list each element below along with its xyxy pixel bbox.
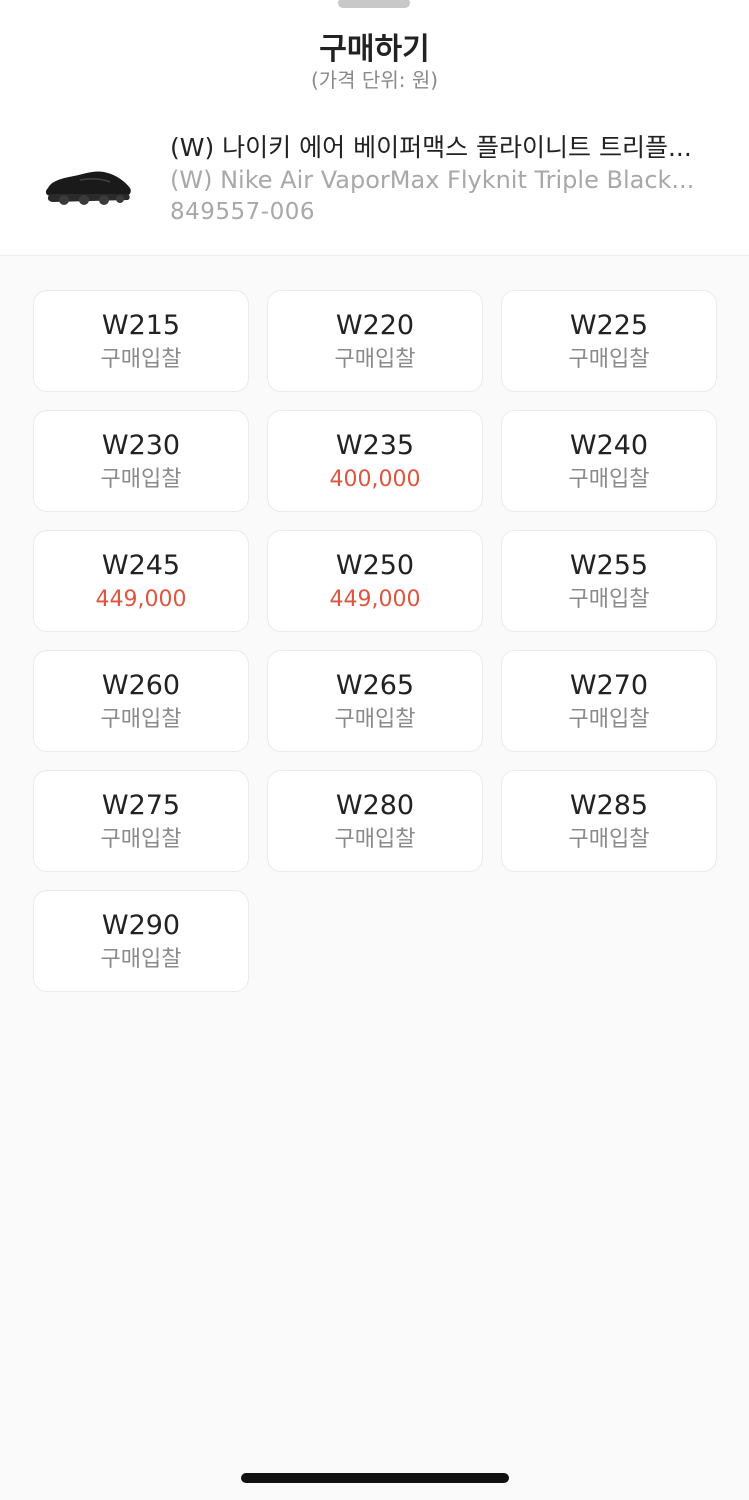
size-label: W275	[101, 790, 181, 821]
product-name-korean: (W) 나이키 에어 베이퍼맥스 플라이니트 트리플...	[170, 133, 692, 162]
bid-label: 구매입찰	[100, 947, 182, 972]
bid-label: 구매입찰	[334, 827, 416, 852]
size-option-w220[interactable]: W220 구매입찰	[267, 290, 483, 392]
size-price: 449,000	[95, 587, 187, 612]
size-label: W250	[335, 550, 415, 581]
size-option-w285[interactable]: W285 구매입찰	[501, 770, 717, 872]
size-label: W280	[335, 790, 415, 821]
bid-label: 구매입찰	[100, 707, 182, 732]
size-option-w265[interactable]: W265 구매입찰	[267, 650, 483, 752]
size-option-w225[interactable]: W225 구매입찰	[501, 290, 717, 392]
size-price: 449,000	[329, 587, 421, 612]
sheet-title: 구매하기	[319, 32, 430, 67]
bid-label: 구매입찰	[100, 347, 182, 372]
size-label: W260	[101, 670, 181, 701]
bid-label: 구매입찰	[568, 467, 650, 492]
size-option-w215[interactable]: W215 구매입찰	[33, 290, 249, 392]
bid-label: 구매입찰	[334, 707, 416, 732]
size-option-w245[interactable]: W245 449,000	[33, 530, 249, 632]
size-option-w235[interactable]: W235 400,000	[267, 410, 483, 512]
size-option-w250[interactable]: W250 449,000	[267, 530, 483, 632]
size-option-w270[interactable]: W270 구매입찰	[501, 650, 717, 752]
size-option-w230[interactable]: W230 구매입찰	[33, 410, 249, 512]
product-style-code: 849557-006	[170, 199, 315, 225]
size-label: W230	[101, 430, 181, 461]
bid-label: 구매입찰	[568, 707, 650, 732]
home-indicator	[241, 1473, 509, 1483]
size-price: 400,000	[329, 467, 421, 492]
size-label: W220	[335, 310, 415, 341]
size-option-w280[interactable]: W280 구매입찰	[267, 770, 483, 872]
size-label: W215	[101, 310, 181, 341]
size-grid: W215 구매입찰 W220 구매입찰 W225 구매입찰 W230 구매입찰 W235 400,…	[33, 290, 717, 992]
size-label: W255	[569, 550, 649, 581]
size-option-w255[interactable]: W255 구매입찰	[501, 530, 717, 632]
size-label: W235	[335, 430, 415, 461]
purchase-sheet: 구매하기 (가격 단위: 원) (W) 나이키 에어 베이퍼맥스 플라이니트 트…	[0, 0, 749, 1500]
size-label: W245	[101, 550, 181, 581]
bid-label: 구매입찰	[568, 827, 650, 852]
grab-handle[interactable]	[338, 0, 410, 8]
bid-label: 구매입찰	[100, 827, 182, 852]
price-unit-note: (가격 단위: 원)	[310, 68, 439, 92]
size-label: W225	[569, 310, 649, 341]
sheet-header: 구매하기 (가격 단위: 원) (W) 나이키 에어 베이퍼맥스 플라이니트 트…	[0, 0, 749, 256]
size-label: W265	[335, 670, 415, 701]
bid-label: 구매입찰	[334, 347, 416, 372]
size-option-w290[interactable]: W290 구매입찰	[33, 890, 249, 992]
size-option-w260[interactable]: W260 구매입찰	[33, 650, 249, 752]
size-label: W285	[569, 790, 649, 821]
size-option-w240[interactable]: W240 구매입찰	[501, 410, 717, 512]
bid-label: 구매입찰	[568, 347, 650, 372]
size-option-w275[interactable]: W275 구매입찰	[33, 770, 249, 872]
size-label: W240	[569, 430, 649, 461]
sneaker-image	[45, 171, 131, 205]
product-name-english: (W) Nike Air VaporMax Flyknit Triple Bla…	[170, 166, 695, 194]
bid-label: 구매입찰	[100, 467, 182, 492]
size-label: W290	[101, 910, 181, 941]
bid-label: 구매입찰	[568, 587, 650, 612]
size-label: W270	[569, 670, 649, 701]
